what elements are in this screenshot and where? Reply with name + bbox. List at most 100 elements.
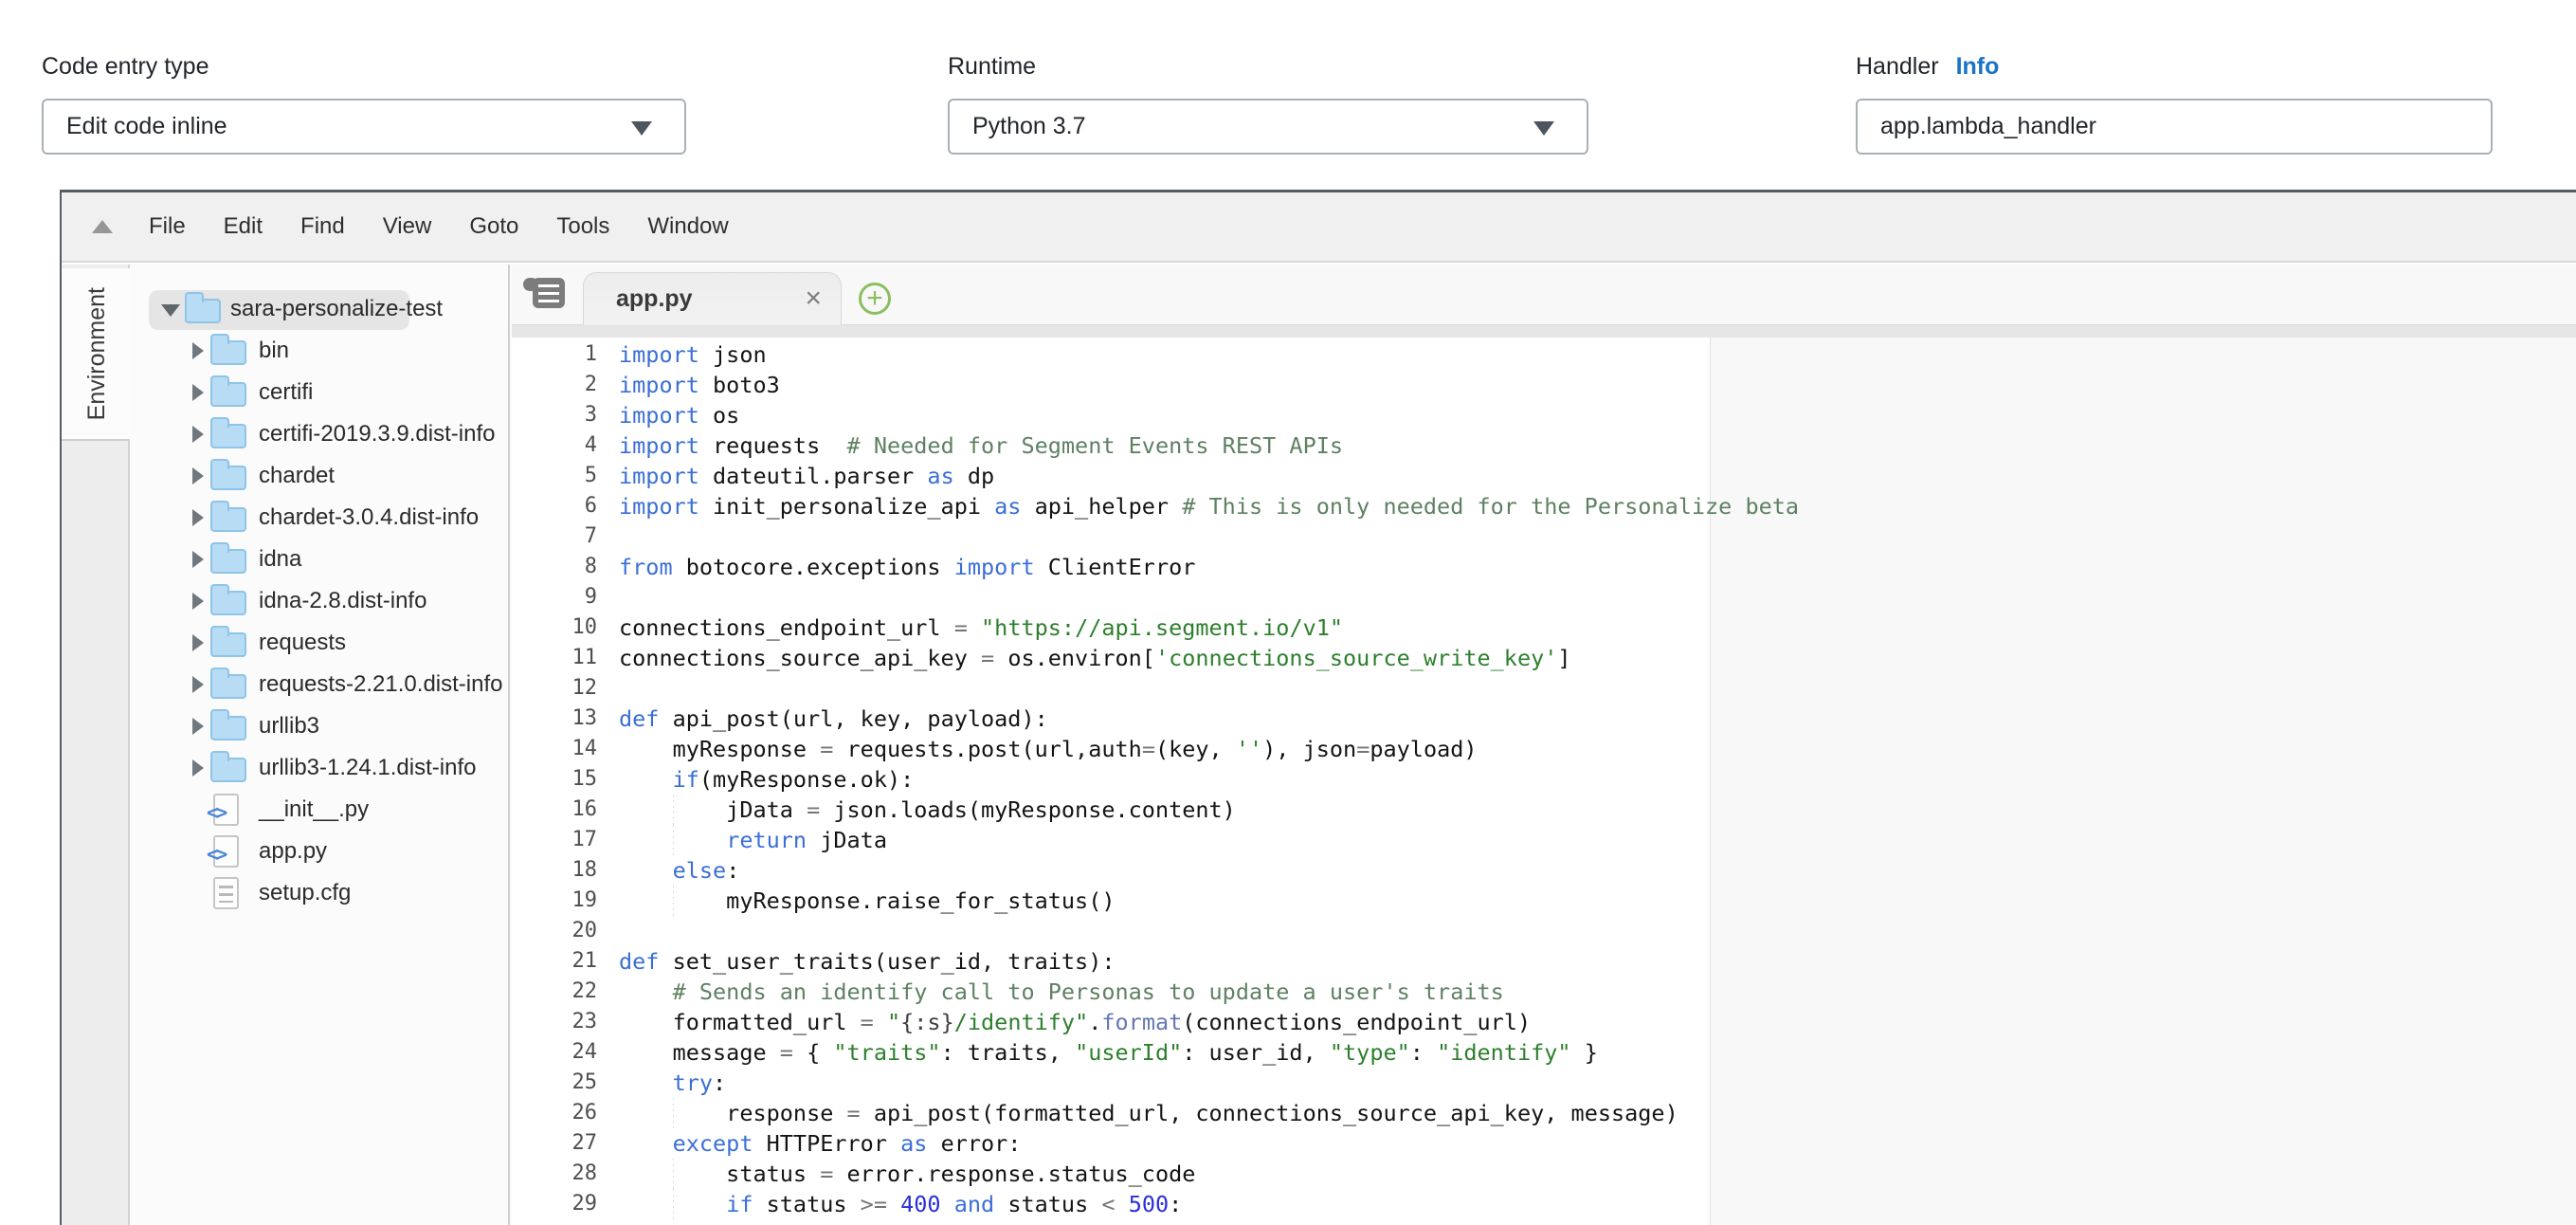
- line-number-gutter: 1234567891011121314151617181920212223242…: [512, 339, 610, 1225]
- code-token: HTTPError: [753, 1130, 900, 1157]
- caret-right-icon[interactable]: [192, 634, 204, 651]
- caret-right-icon[interactable]: [192, 593, 204, 610]
- tree-item-chardet-3.0.4.dist-info[interactable]: chardet-3.0.4.dist-info: [130, 499, 508, 537]
- line-number: 4: [585, 430, 597, 461]
- code-token: formatted_url: [619, 1009, 861, 1035]
- tree-item-chardet[interactable]: chardet: [130, 457, 508, 495]
- tree-item-bin[interactable]: bin: [130, 332, 508, 370]
- code-token: and: [954, 1191, 994, 1217]
- tree-item-app.py[interactable]: app.py: [130, 832, 508, 870]
- folder-icon: [210, 716, 246, 740]
- caret-down-icon[interactable]: [161, 304, 180, 317]
- menu-items: File Edit Find View Goto Tools Window: [149, 213, 729, 240]
- menu-item-file[interactable]: File: [149, 213, 186, 240]
- caret-right-icon[interactable]: [192, 718, 204, 735]
- tree-item-idna[interactable]: idna: [130, 540, 508, 578]
- code-line: if(myResponse.ok):: [619, 764, 914, 795]
- code-token: "identify": [1437, 1039, 1570, 1066]
- code-token: dp: [954, 463, 994, 489]
- menu-item-edit[interactable]: Edit: [224, 213, 263, 240]
- code-token: 500: [1129, 1191, 1169, 1217]
- new-tab-button[interactable]: +: [859, 283, 891, 315]
- code-token: status: [673, 1161, 821, 1187]
- code-editor-panel: File Edit Find View Goto Tools Window Environm…: [60, 190, 2576, 1225]
- code-token: [619, 1100, 673, 1126]
- code-token: set_user_traits(user_id, traits):: [659, 948, 1115, 975]
- code-token: =: [820, 736, 833, 762]
- tree-item-requests[interactable]: requests: [130, 624, 508, 662]
- tree-item-urllib3[interactable]: urllib3: [130, 707, 508, 745]
- code-token: botocore.exceptions: [673, 554, 954, 580]
- tree-item-urllib3-1.24.1.dist-info[interactable]: urllib3-1.24.1.dist-info: [130, 749, 508, 787]
- code-editor-area[interactable]: 1234567891011121314151617181920212223242…: [512, 338, 2576, 1225]
- caret-right-icon[interactable]: [192, 384, 204, 401]
- close-tab-icon[interactable]: ×: [805, 273, 822, 323]
- code-token: api_post(url, key, payload):: [659, 705, 1047, 732]
- line-number: 1: [585, 339, 597, 370]
- tree-item-label: bin: [259, 338, 289, 364]
- code-token: boto3: [699, 372, 780, 398]
- code-token: else: [673, 857, 727, 884]
- tree-item--init-.py[interactable]: __init__.py: [130, 791, 508, 829]
- caret-right-icon[interactable]: [192, 342, 204, 359]
- code-token: =: [780, 1039, 793, 1066]
- tree-item-certifi[interactable]: certifi: [130, 374, 508, 411]
- menu-item-goto[interactable]: Goto: [469, 213, 518, 240]
- handler-input[interactable]: app.lambda_handler: [1856, 99, 2493, 155]
- tree-item-label: certifi-2019.3.9.dist-info: [259, 421, 495, 448]
- folder-icon: [210, 507, 246, 532]
- line-number: 19: [572, 886, 598, 916]
- code-token: error.response.status_code: [833, 1161, 1195, 1187]
- tree-item-setup.cfg[interactable]: setup.cfg: [130, 874, 508, 912]
- tree-item-label: sara-personalize-test: [230, 296, 443, 322]
- caret-right-icon[interactable]: [192, 551, 204, 568]
- code-token: [673, 1191, 727, 1217]
- folder-icon: [210, 632, 246, 657]
- line-number: 21: [572, 946, 598, 977]
- caret-right-icon[interactable]: [192, 467, 204, 485]
- tree-item-requests-2.21.0.dist-info[interactable]: requests-2.21.0.dist-info: [130, 666, 508, 704]
- line-number: 16: [572, 795, 598, 825]
- caret-right-icon[interactable]: [192, 426, 204, 443]
- code-token: [619, 978, 673, 1005]
- tab-list-icon[interactable]: [533, 278, 565, 308]
- tree-item-label: certifi: [259, 379, 313, 406]
- line-number: 10: [572, 612, 598, 643]
- tree-item-certifi-2019.3.9.dist-info[interactable]: certifi-2019.3.9.dist-info: [130, 415, 508, 453]
- tab-environment[interactable]: Environment: [62, 268, 132, 441]
- code-token: try: [673, 1070, 713, 1096]
- folder-icon: [210, 549, 246, 574]
- menu-item-tools[interactable]: Tools: [556, 213, 609, 240]
- code-token: [619, 1130, 673, 1157]
- tab-label: app.py: [616, 273, 693, 325]
- runtime-select[interactable]: Python 3.7: [948, 99, 1588, 155]
- code-token: [619, 857, 673, 884]
- code-token: requests.post(url,auth: [833, 736, 1141, 762]
- function-code-toolbar: Code entry type Edit code inline Runtime…: [0, 0, 2576, 190]
- caret-right-icon[interactable]: [192, 676, 204, 693]
- menu-item-find[interactable]: Find: [300, 213, 345, 240]
- tree-item-label: __init__.py: [259, 796, 369, 823]
- caret-right-icon[interactable]: [192, 759, 204, 777]
- code-entry-type-select[interactable]: Edit code inline: [42, 99, 686, 155]
- code-token: as: [994, 493, 1021, 520]
- folder-icon: [210, 340, 246, 365]
- folder-icon: [210, 758, 246, 782]
- tab-app-py[interactable]: app.py ×: [583, 272, 842, 326]
- line-number: 17: [572, 825, 598, 855]
- tree-item-label: requests-2.21.0.dist-info: [259, 671, 502, 698]
- tree-item-sara-personalize-test[interactable]: sara-personalize-test: [130, 290, 508, 328]
- tabbar-bottom-strip: [512, 325, 2576, 338]
- caret-right-icon[interactable]: [192, 509, 204, 526]
- left-tab-strip: Environment: [62, 265, 130, 1225]
- collapse-editor-icon[interactable]: [92, 220, 113, 233]
- menu-item-view[interactable]: View: [383, 213, 432, 240]
- tree-item-idna-2.8.dist-info[interactable]: idna-2.8.dist-info: [130, 582, 508, 620]
- code-token: =: [1142, 736, 1155, 762]
- code-line: connections_source_api_key = os.environ[…: [619, 643, 1571, 673]
- code-token: as: [900, 1130, 927, 1157]
- menu-item-window[interactable]: Window: [647, 213, 728, 240]
- line-number: 22: [572, 977, 598, 1007]
- line-number: 26: [572, 1098, 598, 1128]
- handler-info-link[interactable]: Info: [1956, 53, 2000, 80]
